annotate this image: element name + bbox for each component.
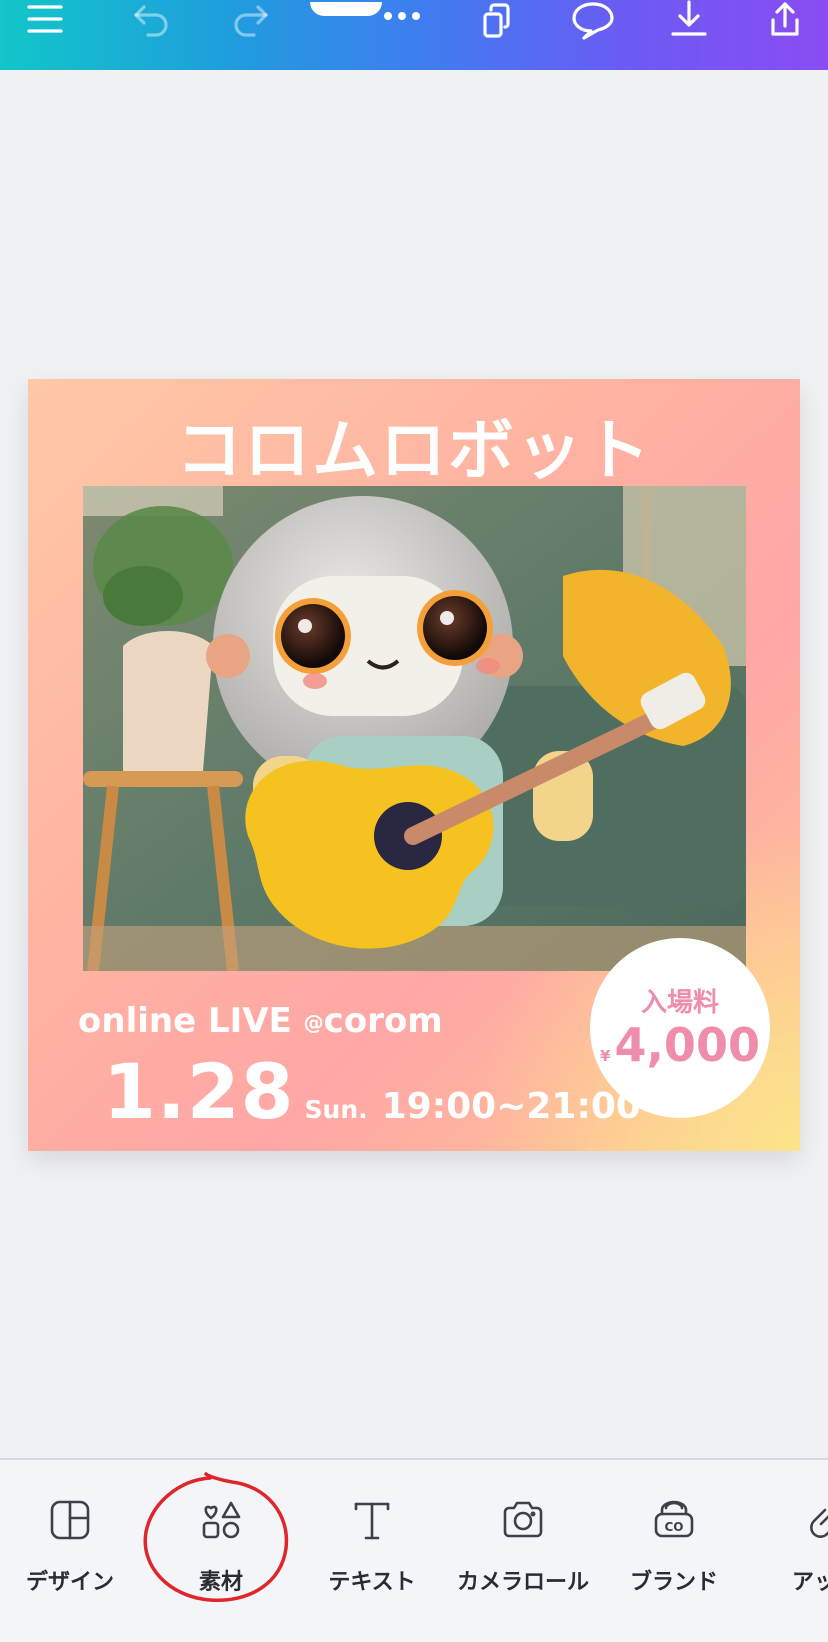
- event-datetime[interactable]: 1.28 Sun. 19:00~21:00: [103, 1047, 641, 1136]
- hamburger-menu-icon[interactable]: [22, 0, 68, 40]
- price-currency: ¥: [600, 1047, 611, 1065]
- event-time: 19:00~21:00: [381, 1086, 641, 1127]
- undo-icon[interactable]: [128, 0, 174, 40]
- tool-label: ブランド: [629, 1570, 718, 1595]
- tool-design[interactable]: デザイン: [0, 1460, 140, 1610]
- brand-icon: CO: [650, 1496, 698, 1544]
- elements-icon: [197, 1496, 245, 1544]
- more-dots-icon[interactable]: [384, 4, 420, 28]
- camera-icon: [499, 1496, 547, 1544]
- price-value: 4,000: [614, 1018, 760, 1072]
- tool-camera-roll[interactable]: カメラロール: [453, 1460, 593, 1610]
- layout-icon: [46, 1496, 94, 1544]
- pages-icon[interactable]: [474, 0, 520, 40]
- tool-text[interactable]: テキスト: [302, 1460, 442, 1610]
- top-toolbar: [0, 0, 828, 70]
- tool-label: テキスト: [328, 1570, 416, 1595]
- robot-guitar-photo[interactable]: [83, 486, 746, 971]
- robot-illustration: [83, 486, 746, 971]
- at-sign: @: [303, 1010, 324, 1035]
- share-icon[interactable]: [762, 0, 808, 40]
- tool-upload[interactable]: アップ: [755, 1460, 828, 1610]
- redo-icon[interactable]: [228, 0, 274, 40]
- event-date: 1.28: [103, 1047, 295, 1136]
- online-live-text[interactable]: online LIVE @corom: [78, 1001, 443, 1041]
- design-title-redacted[interactable]: [310, 2, 382, 16]
- event-day: Sun.: [304, 1095, 368, 1124]
- svg-text:CO: CO: [664, 1520, 683, 1534]
- tool-label: デザイン: [25, 1570, 114, 1595]
- price-label: 入場料: [640, 988, 719, 1018]
- tool-brand[interactable]: CO ブランド: [604, 1460, 744, 1610]
- download-icon[interactable]: [666, 0, 712, 40]
- tool-elements[interactable]: 素材: [151, 1460, 291, 1610]
- online-live-handle: corom: [323, 1001, 443, 1041]
- tool-label: アップ: [791, 1570, 828, 1595]
- comment-icon[interactable]: [568, 0, 618, 40]
- online-live-prefix: online LIVE: [78, 1001, 292, 1041]
- price-badge[interactable]: 入場料 ¥ 4,000: [590, 938, 770, 1118]
- tool-label: 素材: [198, 1570, 243, 1595]
- upload-icon: [801, 1496, 828, 1544]
- price-row: ¥ 4,000: [590, 1018, 770, 1072]
- tool-label: カメラロール: [456, 1570, 589, 1595]
- design-canvas[interactable]: コロムロボット online LIVE @corom 1.28 Sun. 19:…: [28, 379, 800, 1151]
- text-icon: [348, 1496, 396, 1544]
- design-title-text[interactable]: コロムロボット: [28, 397, 800, 493]
- bottom-toolbar: デザイン 素材 テキスト カメラロール CO ブランド アップ: [0, 1458, 828, 1642]
